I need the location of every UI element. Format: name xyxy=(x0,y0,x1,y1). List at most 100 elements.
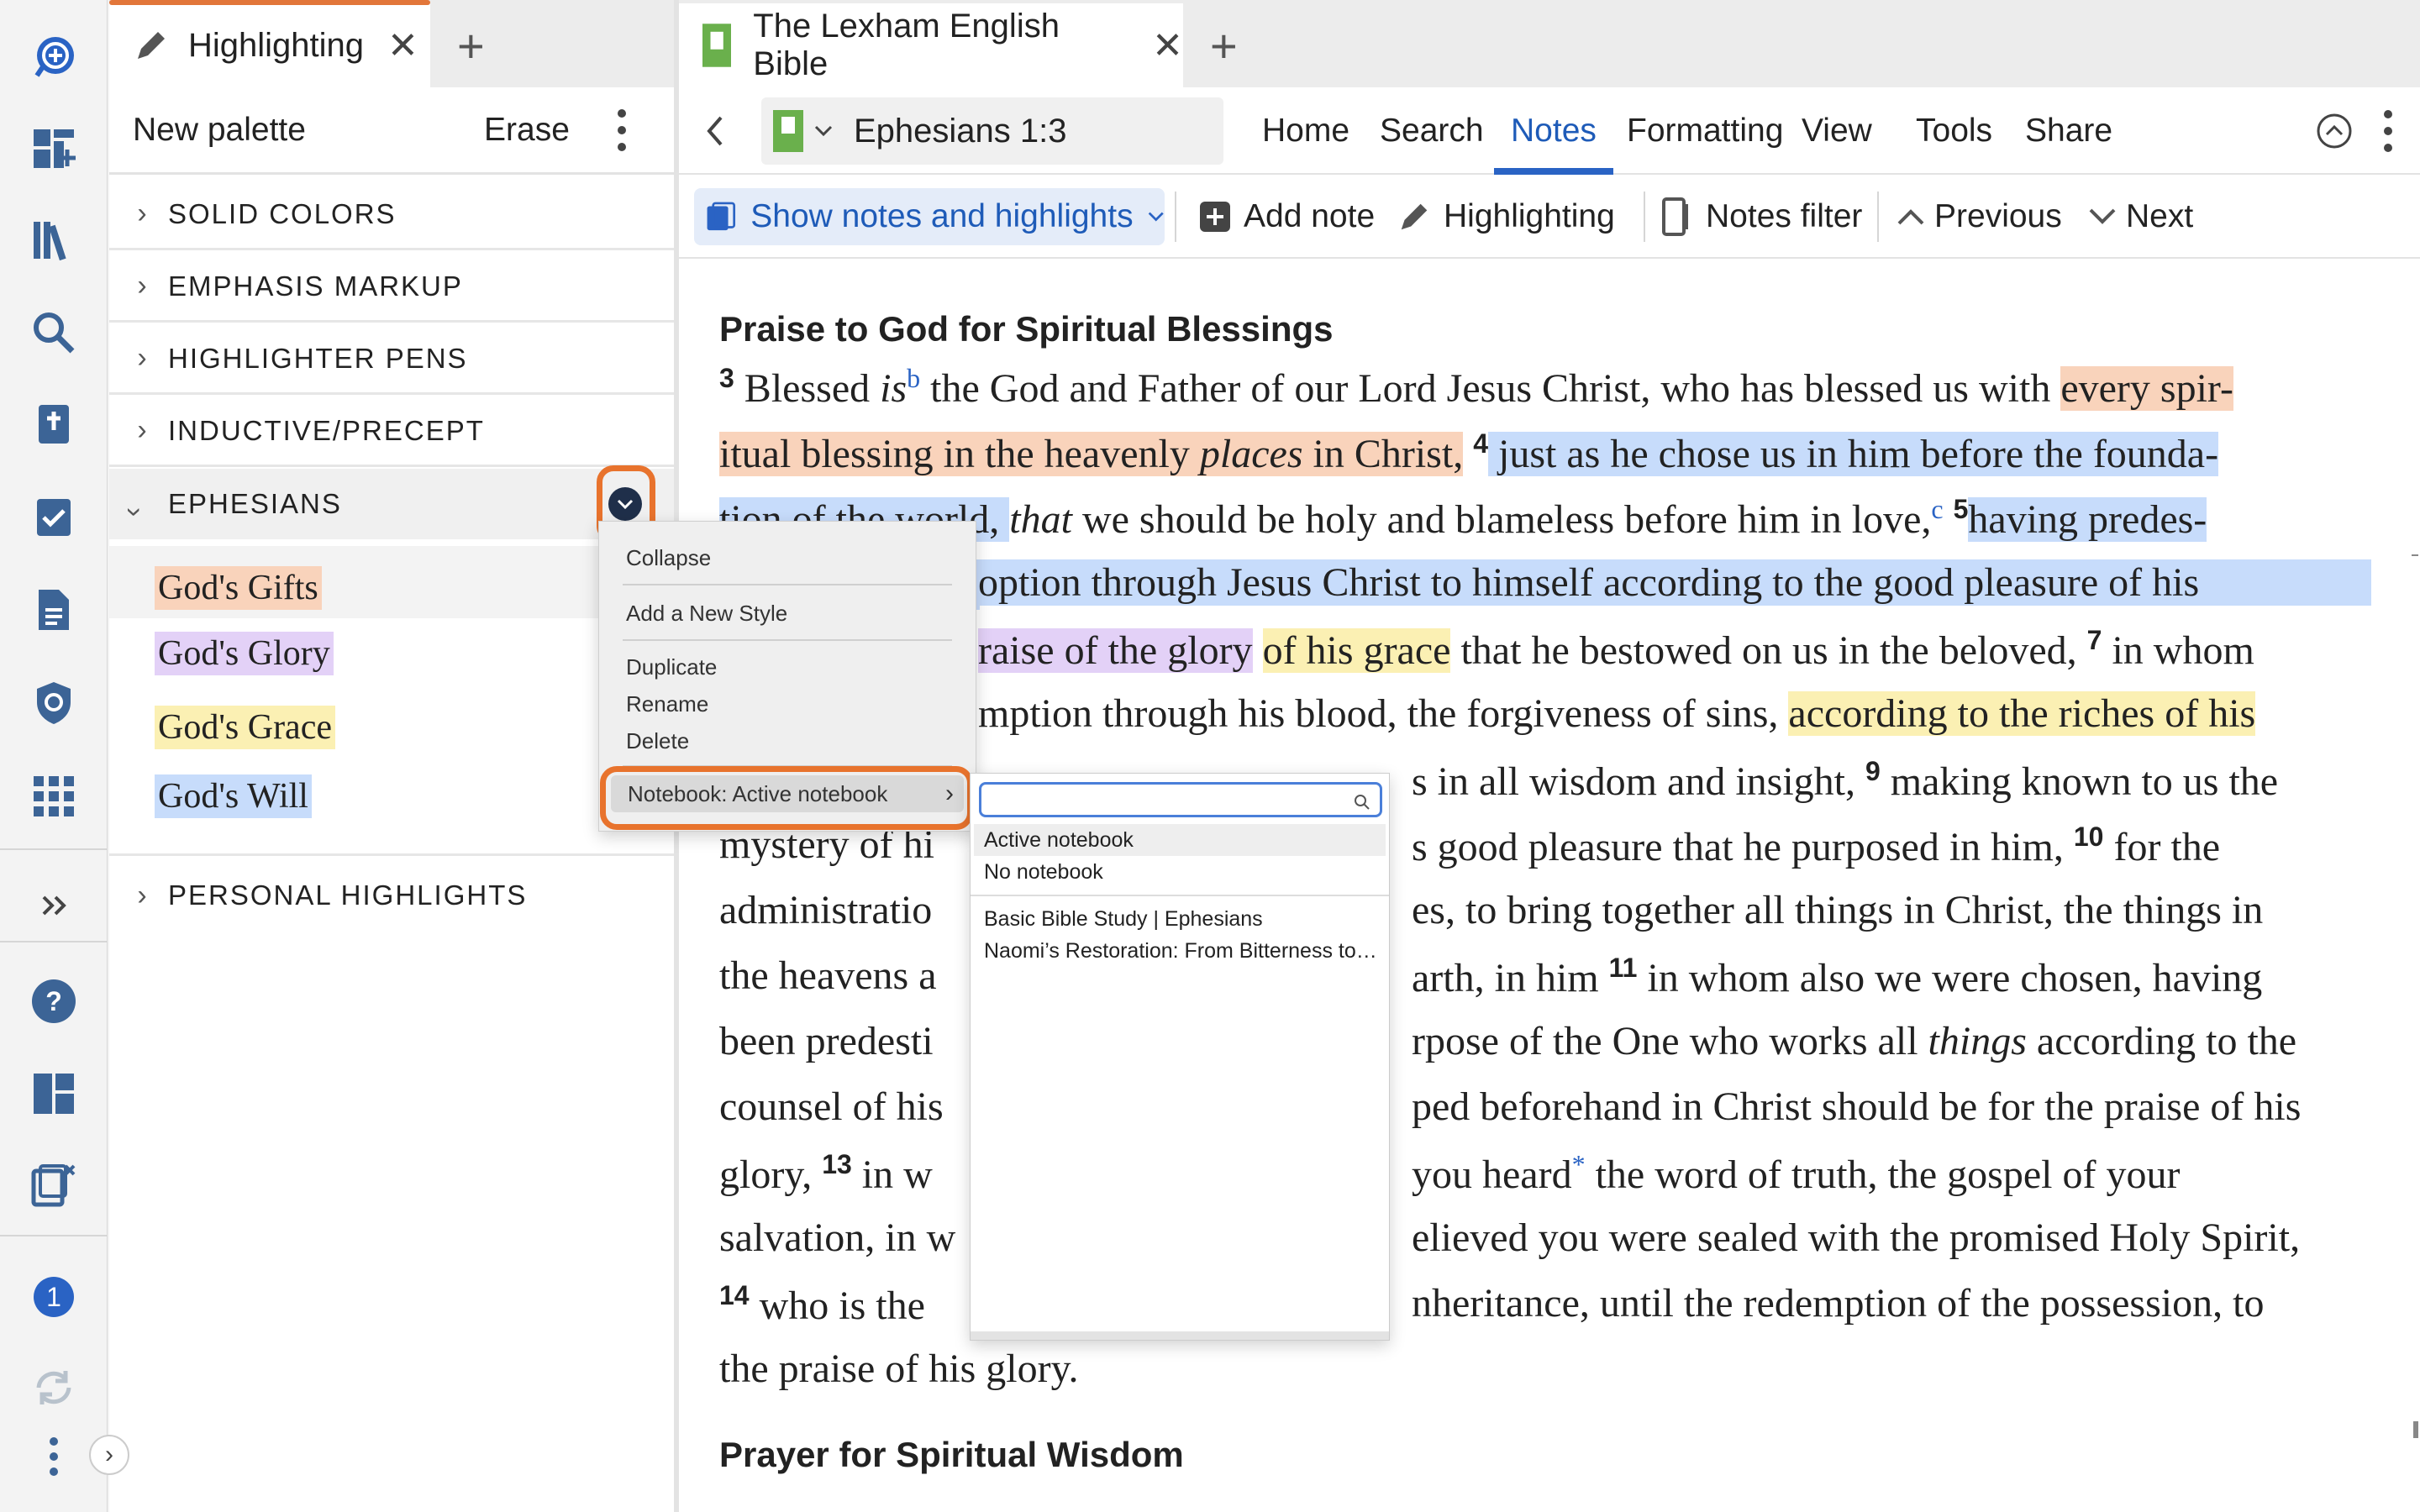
menu-item-duplicate[interactable]: Duplicate xyxy=(626,654,717,680)
notebook-item[interactable]: Naomi’s Restoration: From Bitterness to… xyxy=(984,935,1381,967)
notebook-option-active[interactable]: Active notebook xyxy=(974,824,1386,856)
section-solid-colors[interactable]: › SOLID COLORS xyxy=(109,180,674,250)
menu-search[interactable]: Search xyxy=(1380,87,1484,175)
chevron-down-icon[interactable] xyxy=(813,124,834,138)
verse-number[interactable]: 10 xyxy=(2074,822,2104,852)
menu-item-collapse[interactable]: Collapse xyxy=(626,545,711,571)
expand-panel-chevron-icon[interactable]: › xyxy=(89,1435,129,1475)
back-arrow-icon[interactable] xyxy=(702,114,728,148)
apps-grid-icon[interactable] xyxy=(27,768,81,822)
add-tab-button[interactable]: + xyxy=(1210,18,1238,73)
book-cover-icon xyxy=(702,24,732,67)
new-palette-button[interactable]: New palette xyxy=(133,112,306,149)
menu-tools[interactable]: Tools xyxy=(1916,87,1992,175)
menu-view[interactable]: View xyxy=(1802,87,1872,175)
more-vertical-icon[interactable] xyxy=(27,1430,81,1483)
tab-label: The Lexham English Bible xyxy=(753,8,1060,82)
notebook-option-none[interactable]: No notebook xyxy=(984,856,1381,888)
search-icon[interactable] xyxy=(27,306,81,360)
section-highlighter-pens[interactable]: › HIGHLIGHTER PENS xyxy=(109,324,674,395)
collapse-up-icon[interactable] xyxy=(2316,113,2353,150)
section-ephesians[interactable]: › EPHESIANS xyxy=(109,469,674,539)
notes-filter-button[interactable]: Notes filter xyxy=(1660,188,1862,245)
erase-button[interactable]: Erase xyxy=(484,112,570,149)
text-line: 14 who is the nheritance, until the rede… xyxy=(719,1280,2371,1339)
text-line: been predesti rpose of the One who works… xyxy=(719,1018,2371,1077)
section-emphasis-markup[interactable]: › EMPHASIS MARKUP xyxy=(109,252,674,323)
notebook-search-input[interactable] xyxy=(986,788,1323,811)
add-note-label: Add note xyxy=(1244,198,1376,234)
highlighting-button[interactable]: Highlighting xyxy=(1397,188,1615,245)
menu-share[interactable]: Share xyxy=(2025,87,2112,175)
verse-number[interactable]: 7 xyxy=(2087,625,2102,655)
menu-item-delete[interactable]: Delete xyxy=(626,728,689,754)
close-panels-icon[interactable] xyxy=(27,1158,81,1211)
verse-number[interactable]: 4 xyxy=(1473,428,1488,459)
footnote-marker[interactable]: c xyxy=(1931,494,1943,524)
document-icon[interactable] xyxy=(27,583,81,637)
menu-item-add-style[interactable]: Add a New Style xyxy=(626,601,787,627)
library-icon[interactable] xyxy=(27,213,81,267)
more-vertical-icon[interactable] xyxy=(2376,108,2400,155)
menu-item-rename[interactable]: Rename xyxy=(626,691,708,717)
reference-text[interactable]: Ephesians 1:3 xyxy=(854,113,1067,150)
verse-number[interactable]: 11 xyxy=(1609,953,1638,983)
bible-icon[interactable] xyxy=(27,398,81,452)
menu-formatting[interactable]: Formatting xyxy=(1627,87,1783,175)
highlighted-text-will: option through Jesus Christ to himself a… xyxy=(978,559,2371,606)
footnote-marker[interactable]: * xyxy=(1572,1149,1586,1179)
dashboard-add-icon[interactable] xyxy=(27,121,81,175)
notes-filter-label: Notes filter xyxy=(1706,198,1863,234)
close-icon[interactable]: ✕ xyxy=(1152,24,1183,67)
tab-label: Highlighting xyxy=(188,26,365,64)
shield-icon[interactable] xyxy=(27,675,81,729)
verse-number[interactable]: 3 xyxy=(719,363,734,393)
next-button[interactable]: Next xyxy=(2087,188,2193,245)
more-vertical-icon[interactable] xyxy=(610,107,634,154)
style-label: God's Gifts xyxy=(155,566,322,610)
add-tab-button[interactable]: + xyxy=(457,18,485,73)
scroll-thumb[interactable] xyxy=(2413,1421,2418,1438)
logos-logo-icon[interactable] xyxy=(27,29,81,82)
verse-number[interactable]: 13 xyxy=(822,1149,852,1179)
section-label: EPHESIANS xyxy=(168,488,342,519)
verse-number[interactable]: 14 xyxy=(719,1280,750,1310)
chevron-right-icon: › xyxy=(137,414,149,446)
style-gods-glory[interactable]: God's Glory xyxy=(155,627,334,680)
section-label: EMPHASIS MARKUP xyxy=(168,270,463,302)
notification-badge[interactable]: 1 xyxy=(27,1270,81,1324)
help-icon[interactable]: ? xyxy=(27,974,81,1028)
section-options-dropdown-button[interactable] xyxy=(608,487,642,521)
section-inductive-precept[interactable]: › INDUCTIVE/PRECEPT xyxy=(109,396,674,467)
verse-text: the God and Father of our Lord Jesus Chr… xyxy=(920,366,2061,411)
verse-number[interactable]: 9 xyxy=(1865,756,1881,786)
section-personal-highlights[interactable]: › PERSONAL HIGHLIGHTS xyxy=(109,860,674,931)
style-gods-gifts[interactable]: God's Gifts xyxy=(155,561,322,615)
verse-text: in whom also we were chosen, having xyxy=(1637,956,2263,1000)
menu-notes[interactable]: Notes xyxy=(1494,87,1613,175)
checklist-icon[interactable] xyxy=(27,491,81,544)
expand-double-chevron-icon[interactable] xyxy=(27,879,81,932)
reference-box[interactable]: Ephesians 1:3 xyxy=(761,97,1223,165)
footnote-marker[interactable]: b xyxy=(907,363,920,393)
notebook-item[interactable]: Basic Bible Study | Ephesians xyxy=(984,903,1381,935)
style-gods-grace[interactable]: God's Grace xyxy=(155,701,335,754)
tab-lexham-english-bible[interactable]: The Lexham English Bible ✕ xyxy=(679,3,1183,87)
add-note-button[interactable]: Add note xyxy=(1198,188,1375,245)
show-notes-highlights-dropdown[interactable]: Show notes and highlights xyxy=(694,188,1165,245)
verse-number[interactable]: 5 xyxy=(1954,494,1969,524)
sync-icon[interactable] xyxy=(27,1361,81,1415)
tab-highlighting[interactable]: Highlighting ✕ xyxy=(109,0,430,87)
close-icon[interactable]: ✕ xyxy=(387,24,418,67)
menu-item-notebook[interactable]: Notebook: Active notebook › xyxy=(611,775,964,812)
menu-home[interactable]: Home xyxy=(1262,87,1349,175)
layout-icon[interactable] xyxy=(27,1067,81,1121)
text-line: glory, 13 in w you heard* the word of tr… xyxy=(719,1149,2371,1208)
previous-button[interactable]: Previous xyxy=(1896,188,2062,245)
text-line: 3 Blessed isb the God and Father of our … xyxy=(719,363,2371,422)
divider xyxy=(109,853,674,856)
verse-text: glory, xyxy=(719,1152,823,1197)
notebook-search-field[interactable] xyxy=(979,782,1382,817)
verse-text: administratio xyxy=(719,888,933,932)
style-gods-will[interactable]: God's Will xyxy=(155,769,312,823)
